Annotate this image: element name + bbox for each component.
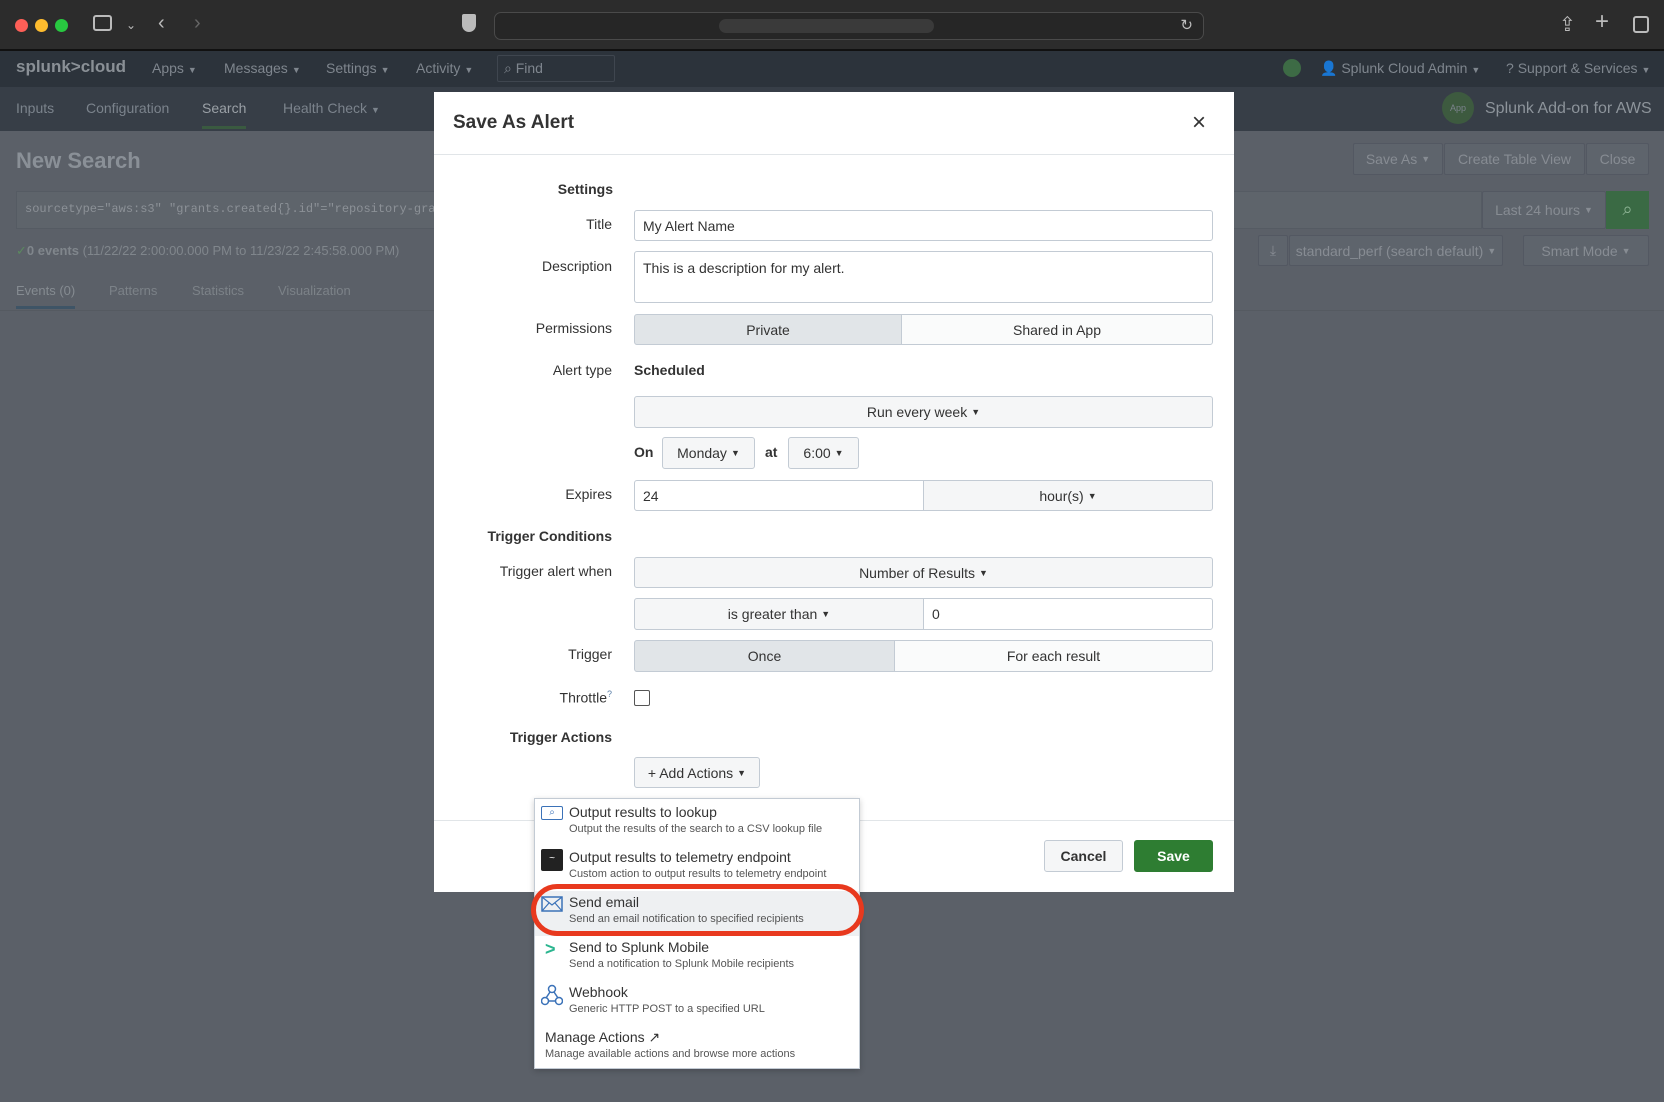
time-range-picker[interactable]: Last 24 hours ▼ <box>1482 191 1606 229</box>
on-label: On <box>634 444 654 460</box>
alert-type-label: Alert type <box>552 362 612 378</box>
download-icon: ⤓ <box>1269 242 1277 258</box>
health-status-icon[interactable] <box>1283 59 1301 77</box>
highlight-ring <box>531 884 864 936</box>
comparison-value-input[interactable]: 0 <box>923 598 1213 630</box>
app-icon: App <box>1442 92 1474 124</box>
title-label: Title <box>586 216 612 232</box>
search-mode-selector[interactable]: Smart Mode ▼ <box>1523 235 1649 266</box>
permission-shared-in-app[interactable]: Shared in App <box>901 314 1213 345</box>
sidebar-icon[interactable] <box>93 15 112 31</box>
time-dropdown[interactable]: 6:00 ▼ <box>788 437 859 469</box>
back-icon[interactable]: ‹ <box>158 12 165 35</box>
splunk-mobile-icon: > <box>545 939 556 959</box>
comparison-dropdown[interactable]: is greater than ▼ <box>634 598 924 630</box>
search-icon: ⌕ <box>504 60 516 76</box>
url-text-redacted <box>719 19 934 33</box>
lookup-icon: ⌕ <box>541 806 563 820</box>
tab-statistics[interactable]: Statistics <box>192 283 244 298</box>
user-menu[interactable]: 👤 Splunk Cloud Admin ▼ <box>1320 60 1480 77</box>
action-webhook[interactable]: Webhook Generic HTTP POST to a specified … <box>535 981 859 1026</box>
trigger-for-each-result[interactable]: For each result <box>894 640 1213 672</box>
user-icon: 👤 <box>1320 60 1338 76</box>
app-name: Splunk Add-on for AWS <box>1485 100 1652 117</box>
throttle-checkbox[interactable] <box>634 690 650 706</box>
nav-activity[interactable]: Activity ▼ <box>416 60 473 76</box>
permissions-label: Permissions <box>535 320 612 336</box>
trigger-label: Trigger <box>568 646 612 662</box>
app-nav-inputs[interactable]: Inputs <box>16 100 54 116</box>
close-window-button[interactable] <box>15 19 28 32</box>
splunk-logo: splunk>cloud <box>16 57 127 76</box>
save-button[interactable]: Save <box>1134 840 1213 872</box>
chevron-down-icon[interactable]: ⌄ <box>126 18 136 32</box>
trigger-once[interactable]: Once <box>634 640 895 672</box>
trigger-when-label: Trigger alert when <box>499 563 612 579</box>
save-as-alert-dialog: Save As Alert × Settings Title My Alert … <box>434 92 1234 892</box>
nav-apps[interactable]: Apps ▼ <box>152 60 197 76</box>
download-button[interactable]: ⤓ <box>1258 235 1288 266</box>
manage-actions-link[interactable]: Manage Actions ↗ Manage available action… <box>535 1026 859 1068</box>
app-nav-search[interactable]: Search <box>202 100 247 129</box>
tab-patterns[interactable]: Patterns <box>109 283 157 298</box>
trigger-condition-dropdown[interactable]: Number of Results ▼ <box>634 557 1213 588</box>
dialog-title: Save As Alert <box>453 112 575 133</box>
share-icon[interactable]: ⇪ <box>1559 12 1576 37</box>
find-input[interactable]: ⌕ Find <box>497 55 615 82</box>
tabs-icon[interactable] <box>1633 16 1649 33</box>
zoom-window-button[interactable] <box>55 19 68 32</box>
create-table-view-button[interactable]: Create Table View <box>1444 143 1585 175</box>
app-nav-configuration[interactable]: Configuration <box>86 100 169 116</box>
close-button[interactable]: Close <box>1586 143 1649 175</box>
day-dropdown[interactable]: Monday ▼ <box>662 437 755 469</box>
expires-unit-dropdown[interactable]: hour(s) ▼ <box>923 480 1213 511</box>
app-nav-health-check[interactable]: Health Check ▼ <box>283 100 380 116</box>
trigger-conditions-heading: Trigger Conditions <box>487 528 612 544</box>
check-icon: ✓ <box>16 243 27 258</box>
perf-selector[interactable]: standard_perf (search default) ▼ <box>1289 235 1503 266</box>
title-input[interactable]: My Alert Name <box>634 210 1213 241</box>
search-button[interactable]: ⌕ <box>1606 191 1649 229</box>
events-summary: ✓0 events (11/22/22 2:00:00.000 PM to 11… <box>16 243 400 258</box>
settings-heading: Settings <box>557 181 613 197</box>
webhook-icon <box>540 984 564 1006</box>
shield-icon[interactable] <box>462 14 476 32</box>
description-label: Description <box>541 258 612 274</box>
alert-type-value: Scheduled <box>634 362 705 378</box>
forward-icon[interactable]: › <box>194 12 201 35</box>
permission-private[interactable]: Private <box>634 314 902 345</box>
new-tab-icon[interactable]: + <box>1595 8 1609 36</box>
help-icon: ? <box>606 689 612 699</box>
close-icon[interactable]: × <box>1192 109 1206 137</box>
header-divider <box>434 154 1234 155</box>
save-as-button[interactable]: Save As ▼ <box>1353 143 1443 175</box>
action-splunk-mobile[interactable]: > Send to Splunk Mobile Send a notificati… <box>535 936 859 981</box>
tab-visualization[interactable]: Visualization <box>278 283 351 298</box>
cancel-button[interactable]: Cancel <box>1044 840 1123 872</box>
search-icon: ⌕ <box>1622 199 1633 219</box>
external-link-icon: ↗ <box>648 1029 661 1045</box>
telemetry-icon: ~ <box>541 849 563 871</box>
help-icon: ? <box>1506 60 1514 76</box>
action-output-lookup[interactable]: ⌕ Output results to lookup Output the res… <box>535 801 859 846</box>
nav-messages[interactable]: Messages ▼ <box>224 60 301 76</box>
trigger-actions-heading: Trigger Actions <box>509 729 612 745</box>
expires-input[interactable]: 24 <box>634 480 924 511</box>
address-bar[interactable]: ↻ <box>494 12 1204 40</box>
browser-titlebar: ⌄ ‹ › ↻ ⇪ + <box>0 0 1664 51</box>
nav-settings[interactable]: Settings ▼ <box>326 60 390 76</box>
support-menu[interactable]: ? Support & Services ▼ <box>1506 60 1650 76</box>
throttle-label: Throttle? <box>559 689 612 706</box>
splunk-top-nav: splunk>cloud Apps ▼ Messages ▼ Settings ▼ A… <box>0 51 1664 87</box>
schedule-dropdown[interactable]: Run every week ▼ <box>634 396 1213 428</box>
at-label: at <box>765 444 778 460</box>
add-actions-button[interactable]: + Add Actions ▼ <box>634 757 760 788</box>
page-title: New Search <box>16 148 141 173</box>
minimize-window-button[interactable] <box>35 19 48 32</box>
expires-label: Expires <box>565 486 612 502</box>
reload-icon[interactable]: ↻ <box>1180 16 1193 34</box>
tab-events[interactable]: Events (0) <box>16 283 76 309</box>
description-textarea[interactable]: This is a description for my alert. <box>634 251 1213 303</box>
